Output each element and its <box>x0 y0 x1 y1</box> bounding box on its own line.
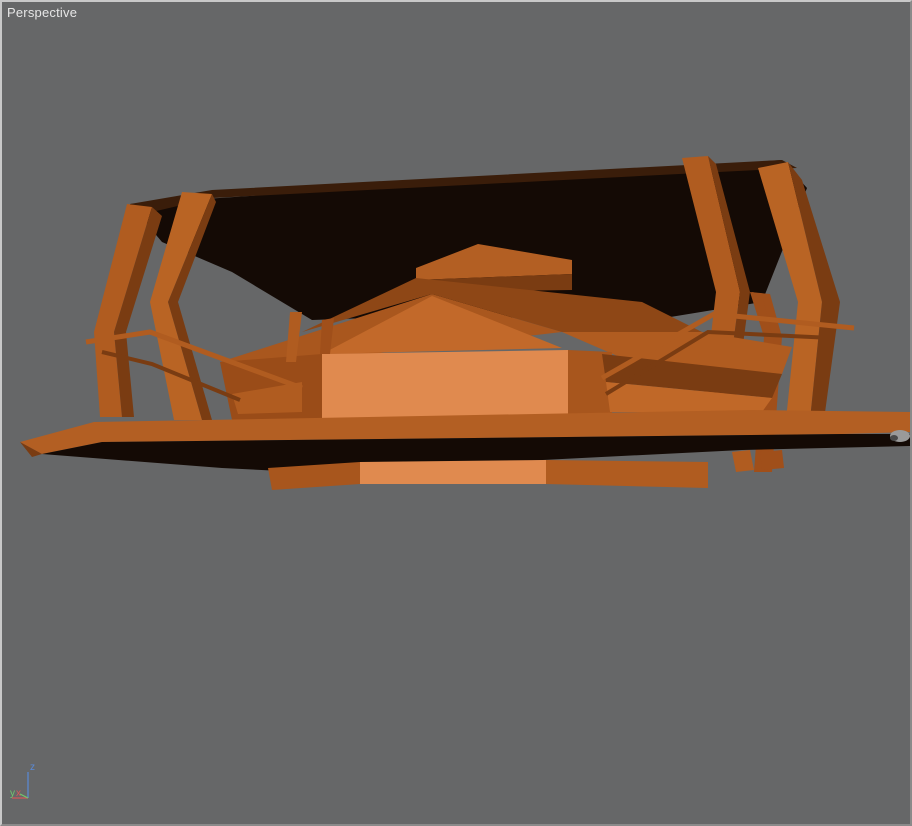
house-front-wall <box>322 350 568 420</box>
scene-3d-model[interactable] <box>2 2 910 824</box>
right-foot-1 <box>732 450 754 472</box>
right-foot-2 <box>760 450 784 470</box>
axis-gizmo: z y x <box>6 758 46 804</box>
perspective-viewport[interactable]: Perspective z y x <box>0 0 912 826</box>
axis-x-label: x <box>16 788 21 799</box>
axis-y-label: y <box>10 788 15 799</box>
axis-z-label: z <box>30 762 35 773</box>
base-front <box>360 460 546 484</box>
base-right <box>546 460 708 488</box>
